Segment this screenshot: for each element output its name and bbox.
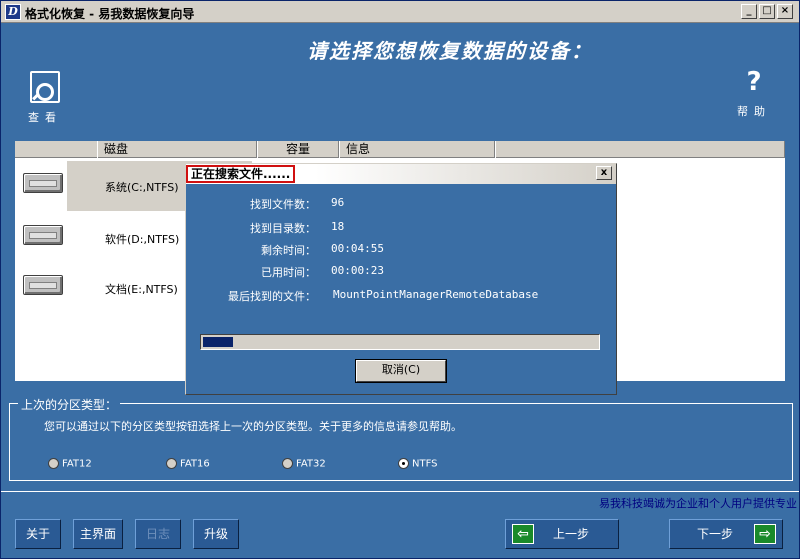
time-remaining-label: 剩余时间：: [261, 244, 316, 257]
page-title: 请选择您想恢复数据的设备：: [307, 39, 593, 63]
view-tool-label: 查看: [28, 111, 62, 124]
disk-list-header: 磁盘 容量 信息: [15, 141, 785, 158]
hard-disk-icon: [23, 225, 63, 245]
next-step-button[interactable]: 下一步 ⇨: [669, 519, 783, 549]
prev-step-label: 上一步: [552, 527, 589, 541]
radio-button-selected-icon: [398, 458, 409, 469]
last-file-value: MountPointManagerRemoteDatabase: [333, 288, 539, 301]
radio-button-icon: [282, 458, 293, 469]
radio-label: FAT16: [180, 458, 210, 470]
radio-fat12[interactable]: FAT12: [48, 458, 92, 470]
about-button[interactable]: 关于: [15, 519, 61, 549]
disk-name: 文档(E:,NTFS): [105, 283, 178, 296]
log-button[interactable]: 日志: [135, 519, 181, 549]
files-found-value: 96: [331, 196, 345, 209]
radio-ntfs[interactable]: NTFS: [398, 458, 438, 470]
dirs-found-label: 找到目录数：: [250, 222, 316, 235]
upgrade-button[interactable]: 升级: [193, 519, 239, 549]
last-file-label: 最后找到的文件：: [228, 290, 316, 303]
question-mark-icon: ?: [746, 67, 762, 97]
main-window: D 格式化恢复 - 易我数据恢复向导 _ □ × 请选择您想恢复数据的设备： 查…: [0, 0, 800, 559]
main-menu-button[interactable]: 主界面: [73, 519, 123, 549]
arrow-left-icon: ⇦: [512, 524, 534, 544]
radio-button-icon: [48, 458, 59, 469]
window-title: 格式化恢复 - 易我数据恢复向导: [25, 7, 195, 21]
search-progress-dialog: 正在搜索文件...... x 找到文件数： 96 找到目录数： 18 剩余时间：…: [185, 163, 617, 395]
search-progress-bar: [200, 334, 600, 350]
column-header-capacity[interactable]: 容量: [257, 141, 339, 158]
disk-name: 软件(D:,NTFS): [105, 233, 180, 246]
dialog-title: 正在搜索文件......: [186, 165, 296, 183]
disk-name: 系统(C:,NTFS): [105, 181, 179, 194]
column-header-info[interactable]: 信息: [339, 141, 495, 158]
magnifier-disk-icon: [30, 71, 60, 103]
maximize-button[interactable]: □: [759, 4, 775, 19]
close-button[interactable]: ×: [777, 4, 793, 19]
cancel-button[interactable]: 取消(C): [356, 360, 446, 382]
radio-label: NTFS: [412, 458, 438, 470]
time-elapsed-label: 已用时间：: [261, 266, 316, 279]
help-tool-button[interactable]: ? 帮助: [729, 67, 779, 119]
column-header-disk[interactable]: 磁盘: [97, 141, 257, 158]
help-tool-label: 帮助: [737, 105, 771, 118]
partition-type-description: 您可以通过以下的分区类型按钮选择上一次的分区类型。关于更多的信息请参见帮助。: [44, 420, 462, 433]
next-step-label: 下一步: [696, 527, 733, 541]
header-band: 请选择您想恢复数据的设备： 查看 ? 帮助: [1, 23, 799, 141]
partition-type-group: 上次的分区类型： 您可以通过以下的分区类型按钮选择上一次的分区类型。关于更多的信…: [9, 396, 793, 481]
minimize-button[interactable]: _: [741, 4, 757, 19]
dialog-close-icon[interactable]: x: [596, 166, 612, 180]
files-found-label: 找到文件数：: [250, 198, 316, 211]
radio-button-icon: [166, 458, 177, 469]
partition-type-legend: 上次的分区类型：: [18, 396, 121, 413]
footer-divider: [1, 491, 799, 492]
radio-fat32[interactable]: FAT32: [282, 458, 326, 470]
progress-fill: [203, 337, 233, 347]
radio-fat16[interactable]: FAT16: [166, 458, 210, 470]
hard-disk-icon: [23, 173, 63, 193]
radio-label: FAT32: [296, 458, 326, 470]
dirs-found-value: 18: [331, 220, 345, 233]
time-remaining-value: 00:04:55: [331, 242, 384, 255]
view-tool-button[interactable]: 查看: [23, 71, 67, 125]
company-slogan: 易我科技竭诚为企业和个人用户提供专业: [599, 497, 797, 510]
radio-label: FAT12: [62, 458, 92, 470]
time-elapsed-value: 00:00:23: [331, 264, 384, 277]
arrow-right-icon: ⇨: [754, 524, 776, 544]
hard-disk-icon: [23, 275, 63, 295]
prev-step-button[interactable]: ⇦ 上一步: [505, 519, 619, 549]
title-bar[interactable]: D 格式化恢复 - 易我数据恢复向导 _ □ ×: [1, 1, 799, 23]
column-header-blank: [495, 141, 785, 158]
app-icon: D: [5, 4, 21, 20]
dialog-title-bar[interactable]: 正在搜索文件...... x: [186, 164, 616, 184]
